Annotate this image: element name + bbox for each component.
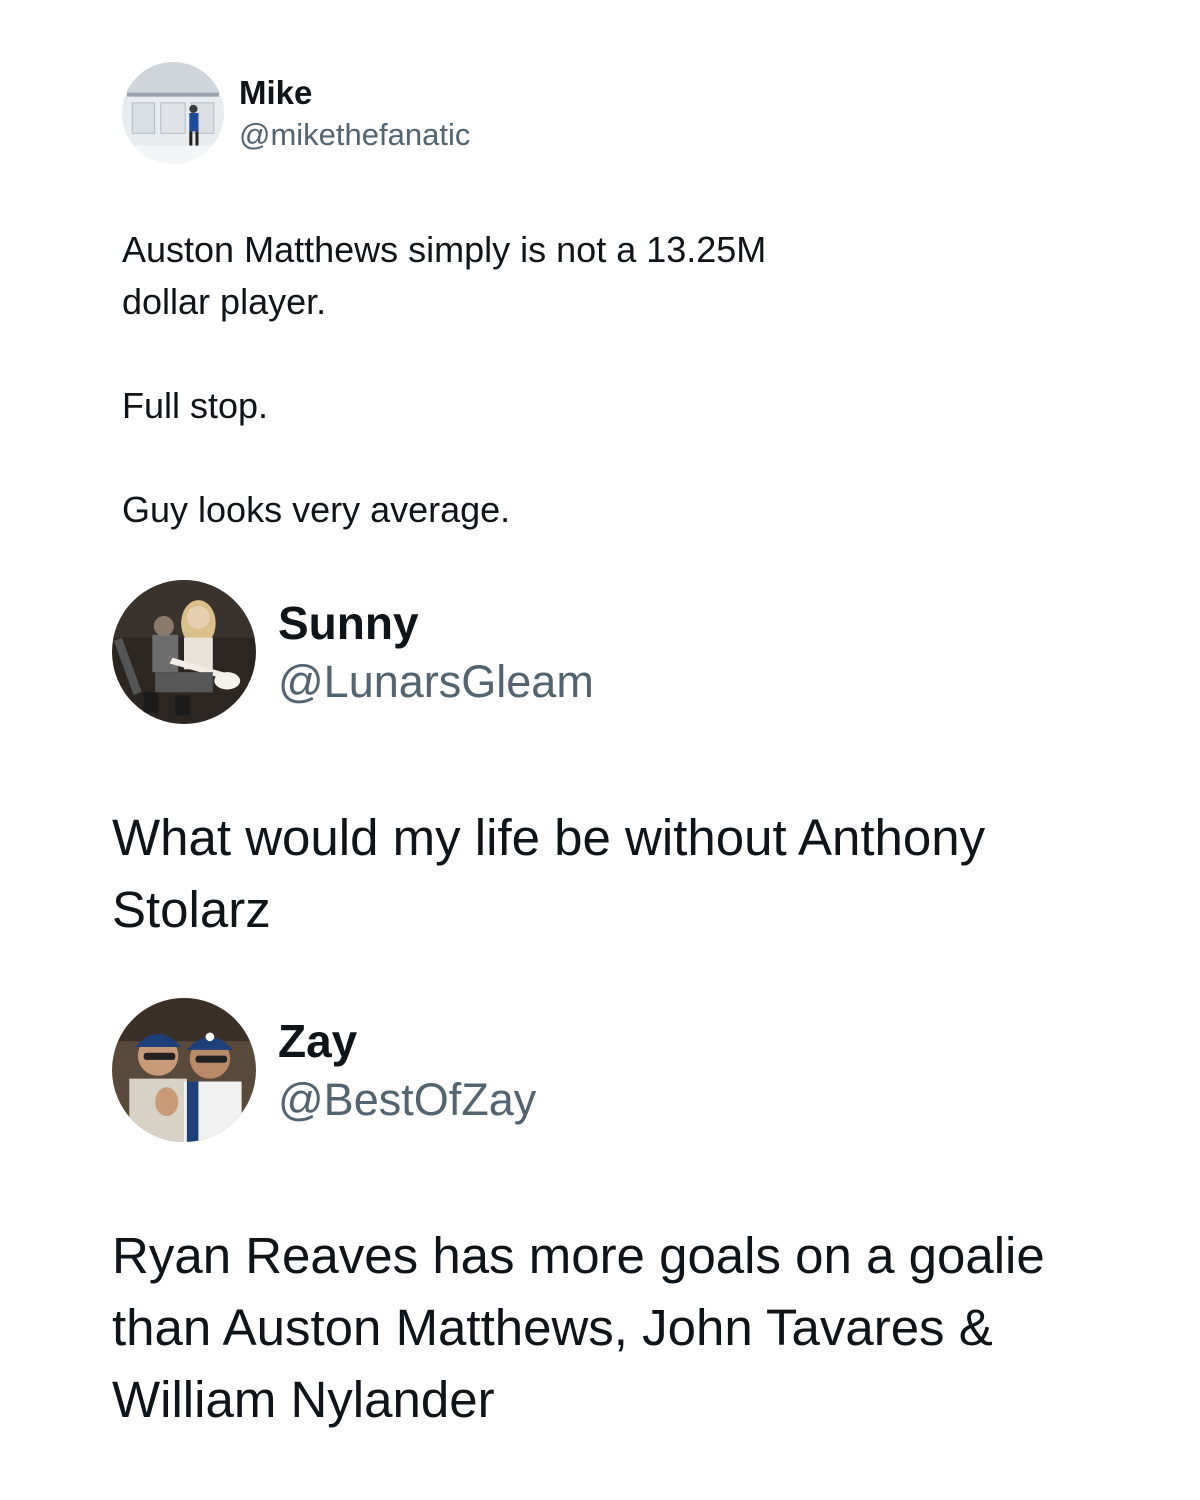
tweet-card: Mike @mikethefanatic Auston Matthews sim…	[0, 0, 1200, 560]
user-handle[interactable]: @BestOfZay	[278, 1074, 536, 1126]
tweet-paragraph: Guy looks very average.	[122, 489, 511, 530]
user-handle[interactable]: @LunarsGleam	[278, 656, 594, 708]
tweet-text: What would my life be without Anthony St…	[112, 802, 1112, 946]
avatar[interactable]	[112, 998, 256, 1142]
tweet-card: Zay @BestOfZay Ryan Reaves has more goal…	[0, 988, 1200, 1468]
display-name[interactable]: Zay	[278, 1014, 357, 1068]
stadium-photo-avatar-icon	[122, 62, 224, 164]
tweet-card: Sunny @LunarsGleam What would my life be…	[0, 570, 1200, 970]
avatar[interactable]	[112, 580, 256, 724]
selfie-photo-avatar-icon	[112, 998, 256, 1142]
tweet-text: Ryan Reaves has more goals on a goalie t…	[112, 1220, 1112, 1436]
avatar[interactable]	[122, 62, 224, 164]
tweet-paragraph: Full stop.	[122, 385, 269, 426]
guitar-photo-avatar-icon	[112, 580, 256, 724]
display-name[interactable]: Mike	[239, 74, 312, 112]
tweet-paragraph: What would my life be without Anthony St…	[112, 809, 986, 938]
display-name[interactable]: Sunny	[278, 596, 419, 650]
tweet-paragraph: Ryan Reaves has more goals on a goalie t…	[112, 1227, 1045, 1428]
tweet-paragraph: Auston Matthews simply is not a 13.25M d…	[122, 229, 767, 322]
user-handle[interactable]: @mikethefanatic	[239, 117, 470, 153]
tweet-text: Auston Matthews simply is not a 13.25M d…	[122, 224, 822, 536]
